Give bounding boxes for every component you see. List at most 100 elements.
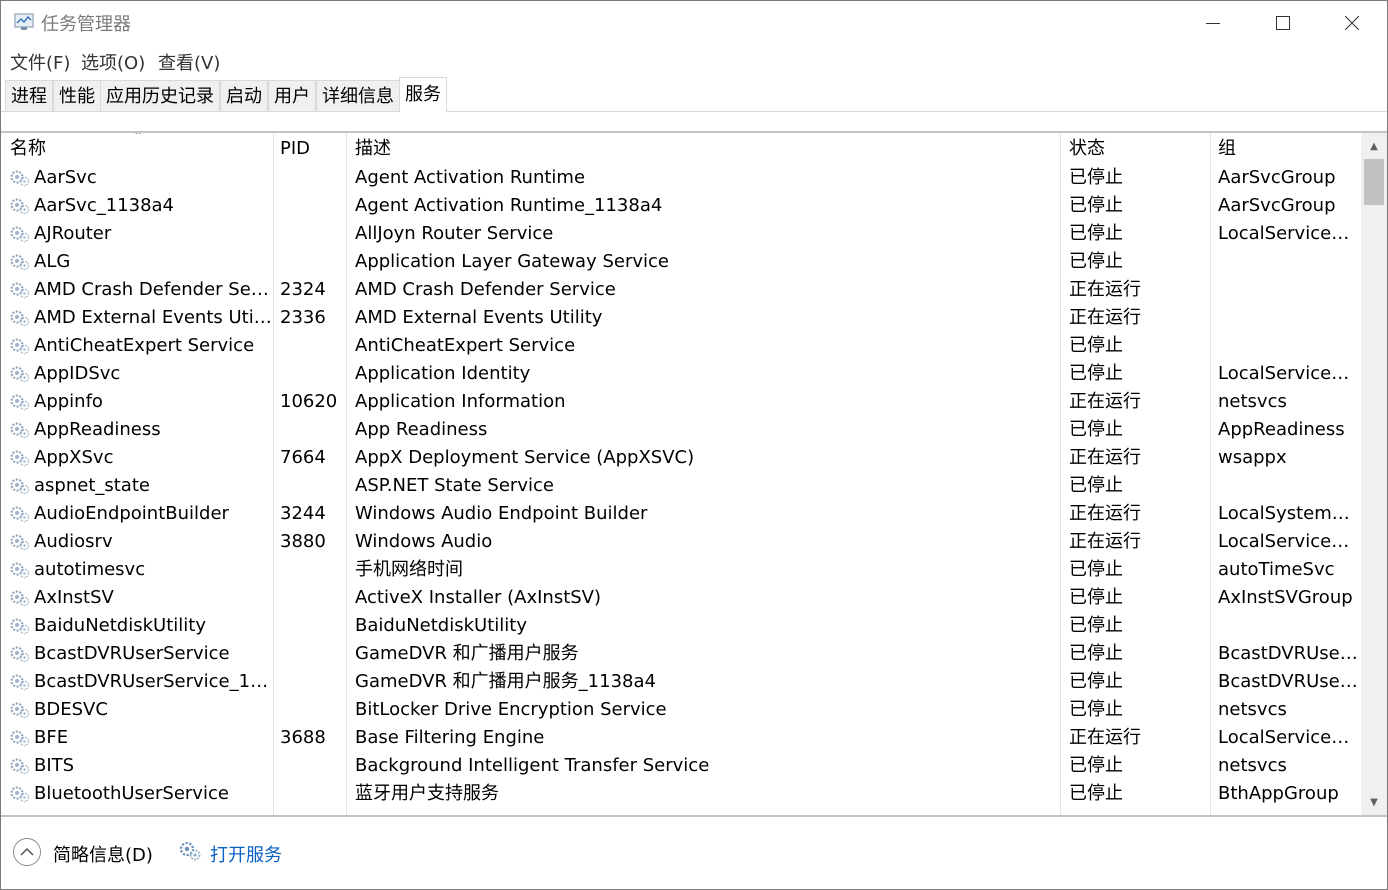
tab-users[interactable]: 用户: [268, 80, 316, 111]
service-status: 正在运行: [1069, 447, 1141, 468]
service-row[interactable]: ALG Application Layer Gateway Service 已停止: [1, 248, 1361, 276]
column-header-description[interactable]: 描述: [346, 133, 1061, 164]
service-name: BaiduNetdiskUtility: [34, 615, 206, 636]
service-name: AppReadiness: [34, 419, 161, 440]
service-pid: [271, 556, 346, 584]
service-name: BFE: [34, 727, 69, 748]
service-row[interactable]: BFE 3688 Base Filtering Engine 正在运行 LocalSer…: [1, 724, 1361, 752]
minimize-icon: [1206, 23, 1220, 24]
service-row[interactable]: AMD Crash Defender Serv... 2324 AMD Crash …: [1, 276, 1361, 304]
service-row[interactable]: Audiosrv 3880 Windows Audio 正在运行 LocalServic…: [1, 528, 1361, 556]
service-status: 已停止: [1069, 223, 1123, 244]
service-name: Audiosrv: [34, 531, 113, 552]
service-row[interactable]: BcastDVRUserService_113... GameDVR 和广播用户服…: [1, 668, 1361, 696]
service-description: Windows Audio Endpoint Builder: [355, 503, 648, 524]
service-group: LocalSystemN...: [1218, 503, 1359, 524]
service-row[interactable]: AarSvc_1138a4 Agent Activation Runtime_11…: [1, 192, 1361, 220]
service-row[interactable]: BaiduNetdiskUtility BaiduNetdiskUtility 已停…: [1, 612, 1361, 640]
tab-performance[interactable]: 性能: [53, 80, 101, 111]
menu-file[interactable]: 文件(F): [10, 49, 70, 75]
menu-view[interactable]: 查看(V): [158, 49, 220, 75]
service-row[interactable]: BITS Background Intelligent Transfer Serv…: [1, 752, 1361, 780]
column-header-status[interactable]: 状态: [1060, 133, 1211, 164]
open-services-link[interactable]: 打开服务: [210, 841, 282, 867]
service-row[interactable]: aspnet_state ASP.NET State Service 已停止: [1, 472, 1361, 500]
service-status: 已停止: [1069, 671, 1123, 692]
close-button[interactable]: [1317, 1, 1387, 45]
service-row[interactable]: AppXSvc 7664 AppX Deployment Service (AppX…: [1, 444, 1361, 472]
tab-app-history[interactable]: 应用历史记录: [100, 80, 220, 111]
service-pid: [271, 192, 346, 220]
title-bar: 任务管理器: [1, 1, 1387, 45]
menu-bar: 文件(F) 选项(O) 查看(V): [1, 45, 1387, 77]
service-status: 已停止: [1069, 475, 1123, 496]
service-pid: 7664: [280, 447, 326, 468]
service-pid: [271, 612, 346, 640]
fewer-details-button[interactable]: [13, 838, 41, 866]
service-description: Agent Activation Runtime: [355, 167, 586, 188]
service-group: LocalServiceN...: [1218, 727, 1359, 748]
service-group: autoTimeSvc: [1218, 559, 1335, 580]
scroll-up-arrow-icon[interactable]: ▲: [1361, 135, 1387, 157]
column-header-pid[interactable]: PID: [271, 133, 347, 164]
service-description: ASP.NET State Service: [355, 475, 554, 496]
vertical-scrollbar[interactable]: ▲ ▼: [1361, 133, 1387, 815]
service-pid: 10620: [280, 391, 338, 412]
menu-options[interactable]: 选项(O): [81, 49, 145, 75]
service-name: ALG: [34, 251, 71, 272]
service-row[interactable]: AudioEndpointBuilder 3244 Windows Audio En…: [1, 500, 1361, 528]
column-header-name[interactable]: ⌃ 名称: [1, 133, 274, 164]
service-row[interactable]: AxInstSV ActiveX Installer (AxInstSV) 已停止 A…: [1, 584, 1361, 612]
service-row[interactable]: AppIDSvc Application Identity 已停止 LocalServ…: [1, 360, 1361, 388]
service-name: AarSvc: [34, 167, 97, 188]
services-table: ⌃ 名称 PID 描述 状态 组 AarSvc Agent Activation …: [1, 133, 1361, 815]
service-row[interactable]: AarSvc Agent Activation Runtime 已停止 AarSvcG…: [1, 164, 1361, 192]
service-status: 已停止: [1069, 195, 1123, 216]
service-status: 正在运行: [1069, 531, 1141, 552]
service-row[interactable]: autotimesvc 手机网络时间 已停止 autoTimeSvc: [1, 556, 1361, 584]
column-header-group[interactable]: 组: [1209, 133, 1361, 164]
tab-processes[interactable]: 进程: [5, 80, 53, 111]
scrollbar-thumb[interactable]: [1364, 159, 1384, 205]
service-row[interactable]: BcastDVRUserService GameDVR 和广播用户服务 已停止 Bca…: [1, 640, 1361, 668]
service-row[interactable]: Appinfo 10620 Application Information 正在运行 n…: [1, 388, 1361, 416]
service-row[interactable]: BDESVC BitLocker Drive Encryption Service…: [1, 696, 1361, 724]
service-group: [1209, 304, 1359, 332]
service-group: LocalServiceN...: [1218, 223, 1359, 244]
service-pid: 2324: [280, 279, 326, 300]
tab-startup[interactable]: 启动: [220, 80, 268, 111]
service-status: 已停止: [1069, 615, 1123, 636]
service-row[interactable]: AppReadiness App Readiness 已停止 AppReadiness: [1, 416, 1361, 444]
service-row[interactable]: AMD External Events Utility 2336 AMD Exter…: [1, 304, 1361, 332]
service-row[interactable]: BluetoothUserService 蓝牙用户支持服务 已停止 BthAppGro…: [1, 780, 1361, 808]
service-status: 已停止: [1069, 559, 1123, 580]
service-name: BcastDVRUserService: [34, 643, 230, 664]
service-status: 已停止: [1069, 251, 1123, 272]
tab-details[interactable]: 详细信息: [316, 80, 400, 111]
service-name: BluetoothUserService: [34, 783, 229, 804]
service-description: Windows Audio: [355, 531, 493, 552]
service-name: BITS: [34, 755, 75, 776]
maximize-button[interactable]: [1248, 1, 1318, 45]
fewer-details-link[interactable]: 简略信息(D): [53, 841, 153, 867]
service-group: LocalServiceN...: [1218, 363, 1359, 384]
service-pid: 3688: [280, 727, 326, 748]
minimize-button[interactable]: [1178, 1, 1248, 45]
service-group: netsvcs: [1218, 755, 1287, 776]
service-name: AJRouter: [34, 223, 112, 244]
service-row[interactable]: AntiCheatExpert Service AntiCheatExpert S…: [1, 332, 1361, 360]
service-status: 已停止: [1069, 783, 1123, 804]
service-description: AMD Crash Defender Service: [355, 279, 616, 300]
service-group: AarSvcGroup: [1218, 195, 1336, 216]
scroll-down-arrow-icon[interactable]: ▼: [1361, 791, 1387, 813]
service-row[interactable]: AJRouter AllJoyn Router Service 已停止 LocalSe…: [1, 220, 1361, 248]
service-status: 正在运行: [1069, 279, 1141, 300]
service-status: 正在运行: [1069, 503, 1141, 524]
service-name: AudioEndpointBuilder: [34, 503, 229, 524]
service-status: 已停止: [1069, 699, 1123, 720]
service-group: AarSvcGroup: [1218, 167, 1336, 188]
service-group: BcastDVRUser...: [1218, 643, 1359, 664]
tab-services[interactable]: 服务: [399, 77, 447, 112]
service-description: AMD External Events Utility: [355, 307, 603, 328]
service-description: Agent Activation Runtime_1138a4: [355, 195, 663, 216]
